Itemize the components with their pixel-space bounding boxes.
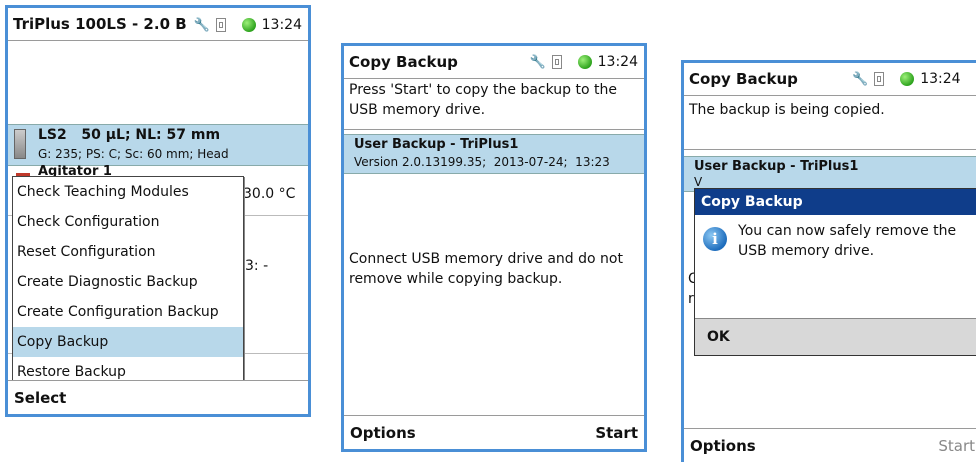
screen-copy-backup: Copy Backup 🔧 13:24 Press 'Start' to cop… <box>341 43 647 452</box>
menu-item-check-configuration[interactable]: Check Configuration <box>13 207 243 237</box>
wrench-icon: 🔧 <box>852 71 869 87</box>
status-text: The backup is being copied. <box>689 102 885 118</box>
info-icon: i <box>703 227 727 251</box>
status-led-icon <box>577 55 592 69</box>
backup-row[interactable]: User Backup - TriPlus1 Version 2.0.13199… <box>344 134 644 174</box>
device-line1: LS2 50 µL; NL: 57 mm <box>38 127 221 143</box>
status-area: 🔧 13:24 <box>852 71 961 87</box>
screen-main-menu: TriPlus 100LS - 2.0 B 🔧 13:24 LS2 50 µL;… <box>5 5 311 417</box>
usb-icon <box>215 18 226 32</box>
menu-item-create-configuration-backup[interactable]: Create Configuration Backup <box>13 297 243 327</box>
divider <box>344 129 644 130</box>
status-led-icon <box>900 72 915 86</box>
ok-button[interactable]: OK <box>695 318 976 355</box>
status-led-icon <box>241 18 256 32</box>
usb-icon <box>551 55 562 69</box>
background-fragment: 3: - <box>245 258 269 274</box>
menu-item-copy-backup[interactable]: Copy Backup <box>13 327 243 357</box>
screen-copy-complete: Copy Backup 🔧 13:24 The backup is being … <box>681 60 976 462</box>
info-dialog: Copy Backup i You can now safely remove … <box>694 188 976 356</box>
instruction-text: Press 'Start' to copy the backup to the … <box>349 82 617 118</box>
device-row[interactable]: LS2 50 µL; NL: 57 mm G: 235; PS: C; Sc: … <box>8 124 308 166</box>
softkey-select[interactable]: Select <box>14 389 66 407</box>
syringe-icon <box>14 129 26 159</box>
backup-row[interactable]: User Backup - TriPlus1 V <box>684 156 976 192</box>
text-fragment: r <box>688 291 694 307</box>
divider <box>684 149 976 150</box>
wrench-icon: 🔧 <box>193 17 210 33</box>
softkey-start[interactable]: Start <box>595 424 638 442</box>
softkey-options[interactable]: Options <box>690 437 756 455</box>
softkey-options[interactable]: Options <box>350 424 416 442</box>
clock: 13:24 <box>597 54 638 70</box>
backup-name: User Backup - TriPlus1 <box>354 137 519 152</box>
softkey-start[interactable]: Start <box>938 437 975 455</box>
softkey-bar: Options Start <box>344 415 644 449</box>
status-area: 🔧 13:24 <box>529 54 638 70</box>
dialog-title: Copy Backup <box>695 189 976 215</box>
wrench-icon: 🔧 <box>529 54 546 70</box>
clock: 13:24 <box>920 71 961 87</box>
menu-item-create-diagnostic-backup[interactable]: Create Diagnostic Backup <box>13 267 243 297</box>
menu-item-check-teaching-modules[interactable]: Check Teaching Modules <box>13 177 243 207</box>
warning-message: Connect USB memory drive and do not remo… <box>349 251 623 287</box>
status-area: 🔧 13:24 <box>193 17 302 33</box>
agitator-temp: 30.0 °C <box>243 186 296 202</box>
context-menu: Check Teaching Modules Check Configurati… <box>12 176 244 388</box>
softkey-bar: Options Start <box>684 428 976 462</box>
clock: 13:24 <box>261 17 302 33</box>
dialog-message: You can now safely remove the USB memory… <box>738 223 957 259</box>
usb-icon <box>874 72 885 86</box>
device-line2: G: 235; PS: C; Sc: 60 mm; Head <box>38 147 229 161</box>
backup-version: Version 2.0.13199.35; 2013-07-24; 13:23 <box>354 155 610 169</box>
menu-item-reset-configuration[interactable]: Reset Configuration <box>13 237 243 267</box>
backup-version-partial: V <box>694 175 703 189</box>
softkey-bar: Select <box>8 380 308 414</box>
backup-name: User Backup - TriPlus1 <box>694 159 859 174</box>
